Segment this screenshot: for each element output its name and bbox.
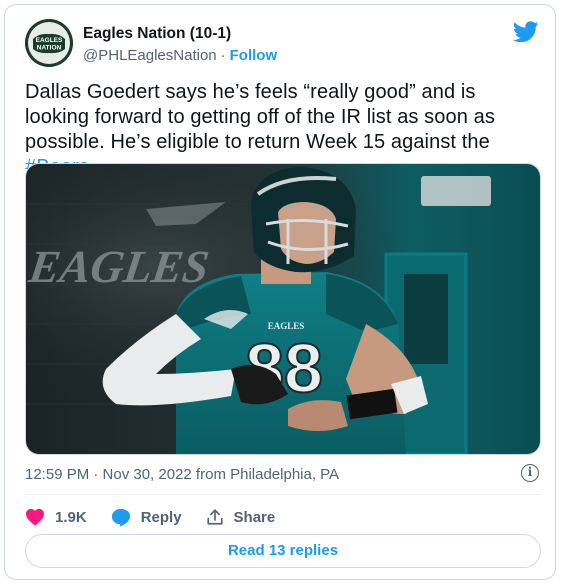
tweet-text-main: Dallas Goedert says he’s feels “really g… — [25, 81, 495, 153]
separator-dot: · — [220, 47, 226, 64]
svg-text:NATION: NATION — [37, 45, 62, 52]
share-label: Share — [233, 508, 276, 526]
follow-button[interactable]: Follow — [230, 47, 278, 64]
like-button[interactable]: 1.9K — [25, 508, 87, 526]
author-avatar[interactable]: EAGLES NATION — [25, 19, 73, 67]
player-photo: EAGLES 88 EAGLES — [26, 164, 540, 454]
tweet-timestamp[interactable]: 12:59 PM · Nov 30, 2022 from Philadelphi… — [25, 466, 339, 483]
info-icon[interactable]: i — [521, 464, 539, 482]
like-count: 1.9K — [55, 508, 87, 526]
reply-bubble-icon — [111, 508, 130, 527]
author-handle[interactable]: @PHLEaglesNation — [83, 47, 217, 64]
twitter-bird-icon[interactable] — [513, 21, 539, 43]
eagles-nation-logo: EAGLES NATION — [25, 19, 73, 67]
divider — [25, 494, 541, 495]
author-name[interactable]: Eagles Nation (10-1) — [83, 25, 231, 43]
wall-eagles-text: EAGLES — [26, 241, 212, 292]
read-replies-button[interactable]: Read 13 replies — [25, 534, 541, 568]
reply-label: Reply — [140, 508, 182, 526]
share-button[interactable]: Share — [206, 508, 276, 526]
reply-button[interactable]: Reply — [111, 508, 182, 527]
tweet-media-photo[interactable]: EAGLES 88 EAGLES — [25, 163, 541, 455]
action-bar: 1.9K Reply Share — [25, 505, 299, 529]
jersey-logo: EAGLES — [268, 321, 305, 331]
share-upload-icon — [206, 509, 223, 525]
heart-icon — [26, 508, 44, 526]
svg-text:EAGLES: EAGLES — [36, 37, 63, 44]
tweet-card: EAGLES NATION Eagles Nation (10-1) @PHLE… — [4, 4, 556, 580]
author-handle-row: @PHLEaglesNation · Follow — [83, 47, 277, 64]
